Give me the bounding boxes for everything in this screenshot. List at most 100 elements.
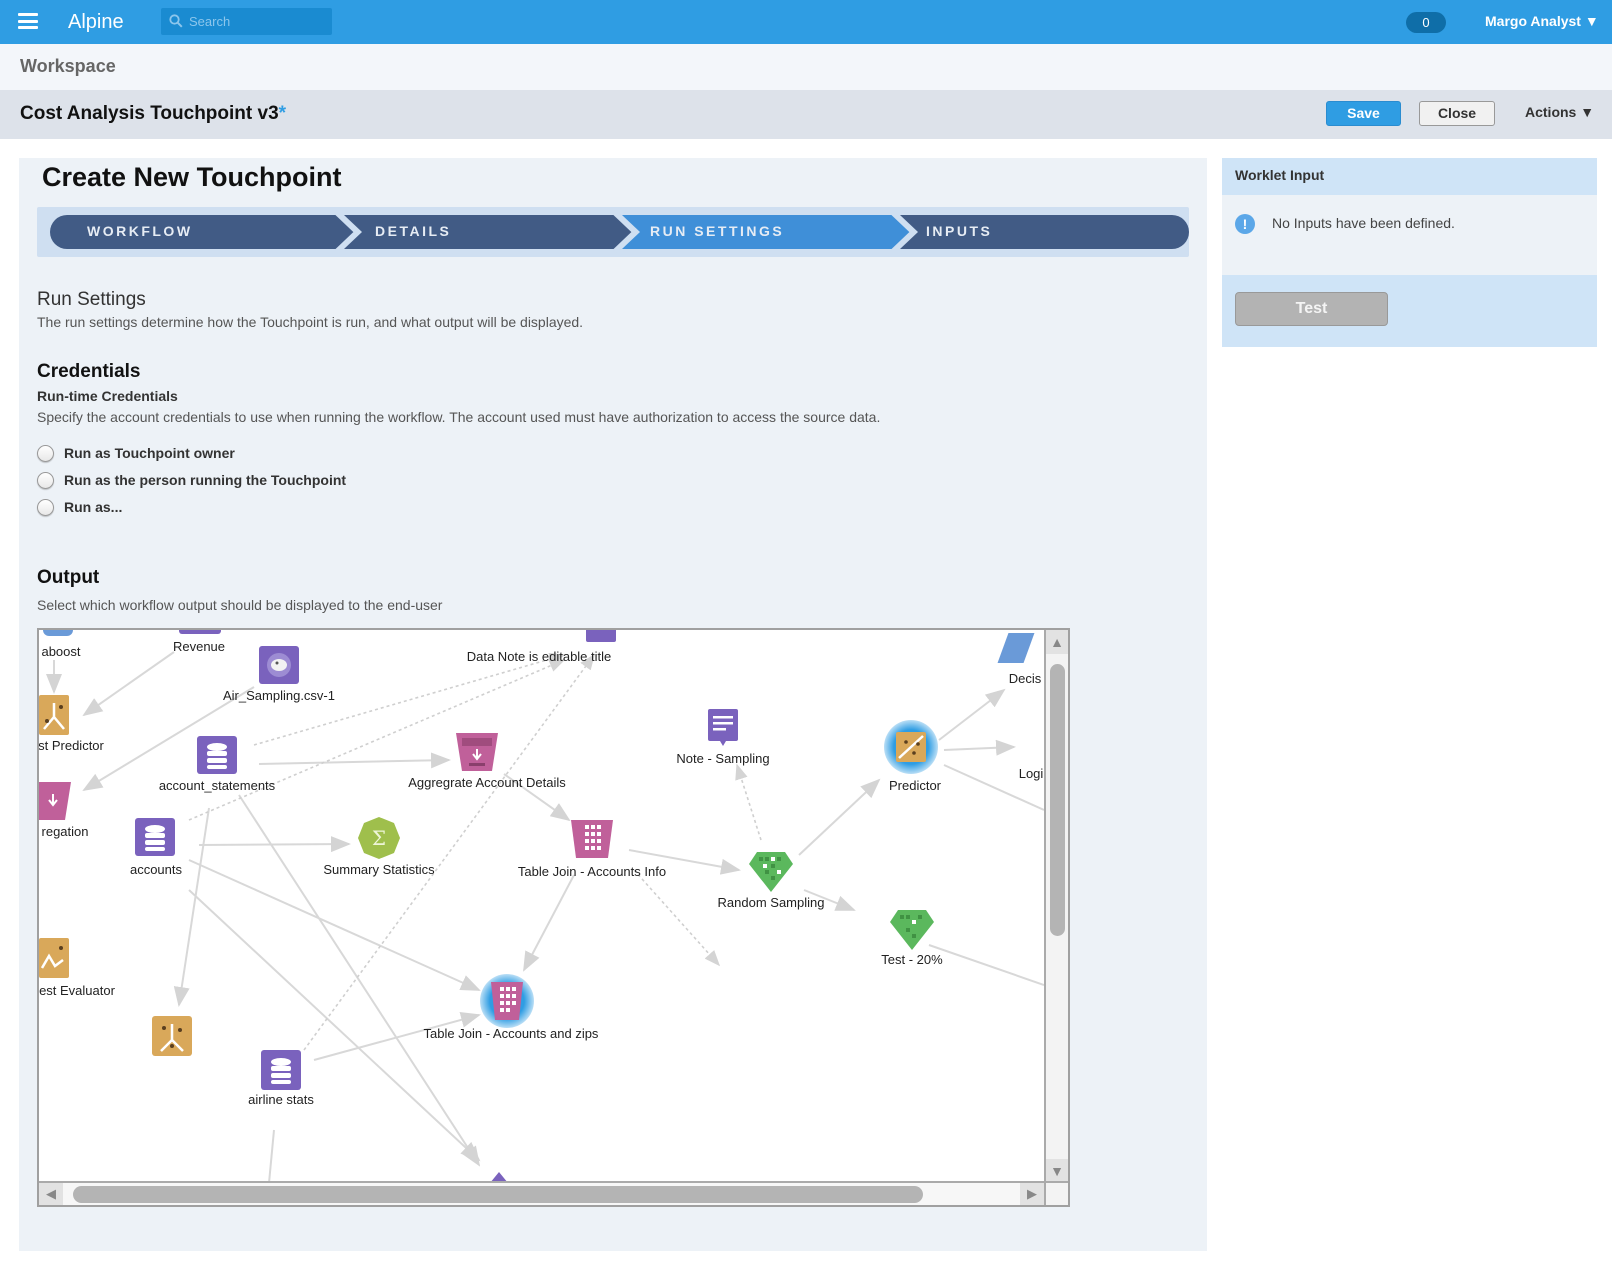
scroll-down-button[interactable]: ▼ (1046, 1159, 1068, 1183)
credentials-description: Specify the account credentials to use w… (37, 409, 881, 425)
breadcrumb: Workspace (0, 44, 1612, 90)
radio-button[interactable] (37, 445, 54, 462)
wizard-steps-graphic (50, 211, 1189, 253)
search-box[interactable] (161, 8, 332, 35)
tab-workflow[interactable]: WORKFLOW (87, 223, 193, 239)
radio-label: Run as Touchpoint owner (64, 445, 235, 461)
wizard-steps: WORKFLOW DETAILS RUN SETTINGS INPUTS (37, 207, 1189, 257)
gem-icon (890, 910, 934, 950)
database-icon[interactable] (197, 736, 237, 774)
save-button[interactable]: Save (1326, 101, 1401, 126)
node-label[interactable]: Decis (1009, 671, 1042, 686)
node-label[interactable]: Logi (1019, 766, 1044, 781)
summary-statistics-icon[interactable]: Σ (358, 817, 400, 859)
edge (798, 778, 881, 856)
edge-dotted (633, 869, 721, 967)
node-label[interactable]: Summary Statistics (323, 862, 434, 877)
close-button[interactable]: Close (1419, 101, 1495, 126)
aggregation-icon[interactable] (39, 782, 71, 820)
workflow-canvas[interactable]: aboost Revenue Air_Sampling.csv-1 Data N… (37, 628, 1070, 1207)
document-title-text: Cost Analysis Touchpoint v3 (20, 103, 279, 124)
document-toolbar: Cost Analysis Touchpoint v3* Save Close … (0, 90, 1612, 139)
node-label[interactable]: airline stats (248, 1092, 314, 1107)
node-label[interactable]: Revenue (173, 639, 225, 654)
node-label[interactable]: Aggregrate Account Details (408, 775, 566, 790)
predictor-node-highlight[interactable] (884, 720, 938, 774)
node-label[interactable]: Random Sampling (718, 895, 825, 910)
test-button[interactable]: Test (1235, 292, 1388, 326)
runtime-credentials-subtitle: Run-time Credentials (37, 388, 178, 404)
db-stack-icon (271, 1058, 291, 1084)
horizontal-scrollbar[interactable]: ◀ ▶ (39, 1181, 1044, 1205)
hadoop-dataset-icon[interactable] (259, 646, 299, 684)
breadcrumb-workspace[interactable]: Workspace (20, 56, 116, 77)
no-inputs-message: No Inputs have been defined. (1272, 215, 1455, 231)
document-title: Cost Analysis Touchpoint v3* (20, 103, 286, 125)
sigma-icon: Σ (358, 817, 400, 859)
radio-button[interactable] (37, 499, 54, 516)
notification-badge[interactable]: 0 (1406, 12, 1446, 33)
database-icon[interactable] (261, 1050, 301, 1090)
brand-logo[interactable]: Alpine (68, 11, 124, 34)
tab-run-settings[interactable]: RUN SETTINGS (650, 223, 784, 239)
create-touchpoint-panel: Create New Touchpoint WORKFLOW DETAILS R… (19, 158, 1207, 1251)
scroll-right-button[interactable]: ▶ (1020, 1183, 1044, 1205)
node-label[interactable]: account_statements (159, 778, 275, 793)
user-menu[interactable]: Margo Analyst ▼ (1485, 13, 1599, 29)
node-label[interactable]: est Evaluator (39, 983, 115, 998)
evaluator-icon[interactable] (39, 938, 69, 978)
table-grid-icon (571, 820, 613, 858)
node-label[interactable]: st Predictor (39, 738, 104, 753)
vertical-scrollbar[interactable]: ▲ ▼ (1044, 630, 1068, 1183)
predictor-icon[interactable] (152, 1016, 192, 1056)
note-document-icon (708, 709, 738, 746)
node-label[interactable]: Table Join - Accounts Info (518, 864, 666, 879)
edge (188, 889, 481, 1162)
vertical-scroll-thumb[interactable] (1050, 664, 1065, 936)
sampling-icon[interactable] (890, 910, 934, 950)
chart-line-icon (40, 946, 64, 969)
radio-label: Run as the person running the Touchpoint (64, 472, 347, 488)
note-icon[interactable] (708, 709, 738, 746)
radio-button[interactable] (37, 472, 54, 489)
join-icon[interactable] (571, 820, 613, 858)
edge (188, 859, 481, 991)
scroll-up-button[interactable]: ▲ (1046, 630, 1068, 654)
worklet-input-panel: Worklet Input ! No Inputs have been defi… (1222, 158, 1597, 347)
search-icon (169, 14, 183, 28)
scrollbar-corner (1044, 1181, 1068, 1205)
node-label[interactable]: regation (42, 824, 89, 839)
funnel-table-icon (39, 782, 71, 820)
node-label[interactable]: Test - 20% (881, 952, 942, 967)
worklet-input-title: Worklet Input (1235, 167, 1325, 183)
page-title: Create New Touchpoint (42, 162, 342, 192)
database-icon[interactable] (135, 818, 175, 856)
hamburger-menu-icon[interactable] (18, 13, 38, 29)
svg-text:Σ: Σ (372, 826, 386, 850)
run-settings-title: Run Settings (37, 289, 146, 310)
node-label[interactable]: Predictor (889, 778, 941, 793)
aggregation-icon[interactable] (456, 733, 498, 771)
note-icon[interactable] (586, 630, 616, 642)
sampling-icon[interactable] (749, 852, 793, 892)
node-label[interactable]: Table Join - Accounts and zips (424, 1026, 599, 1041)
node-label[interactable]: Data Note is editable title (467, 649, 612, 664)
edge (173, 807, 210, 1007)
tab-details[interactable]: DETAILS (375, 223, 451, 239)
join-node-highlight[interactable] (480, 974, 534, 1028)
actions-dropdown[interactable]: Actions ▼ (1525, 104, 1594, 120)
node-label[interactable]: aboost (41, 644, 80, 659)
node-label[interactable]: Air_Sampling.csv-1 (223, 688, 335, 703)
node-label[interactable]: accounts (130, 862, 182, 877)
tab-inputs[interactable]: INPUTS (926, 223, 992, 239)
node-label[interactable]: Note - Sampling (676, 751, 769, 766)
db-stack-icon (145, 825, 165, 851)
search-input[interactable] (189, 8, 329, 35)
horizontal-scroll-thumb[interactable] (73, 1186, 923, 1203)
edge-dotted (303, 653, 595, 1051)
node-revenue-icon[interactable] (179, 630, 221, 634)
credentials-title: Credentials (37, 361, 141, 382)
node-aboost-icon[interactable] (43, 630, 73, 636)
predictor-icon[interactable] (39, 695, 69, 735)
scroll-left-button[interactable]: ◀ (39, 1183, 63, 1205)
